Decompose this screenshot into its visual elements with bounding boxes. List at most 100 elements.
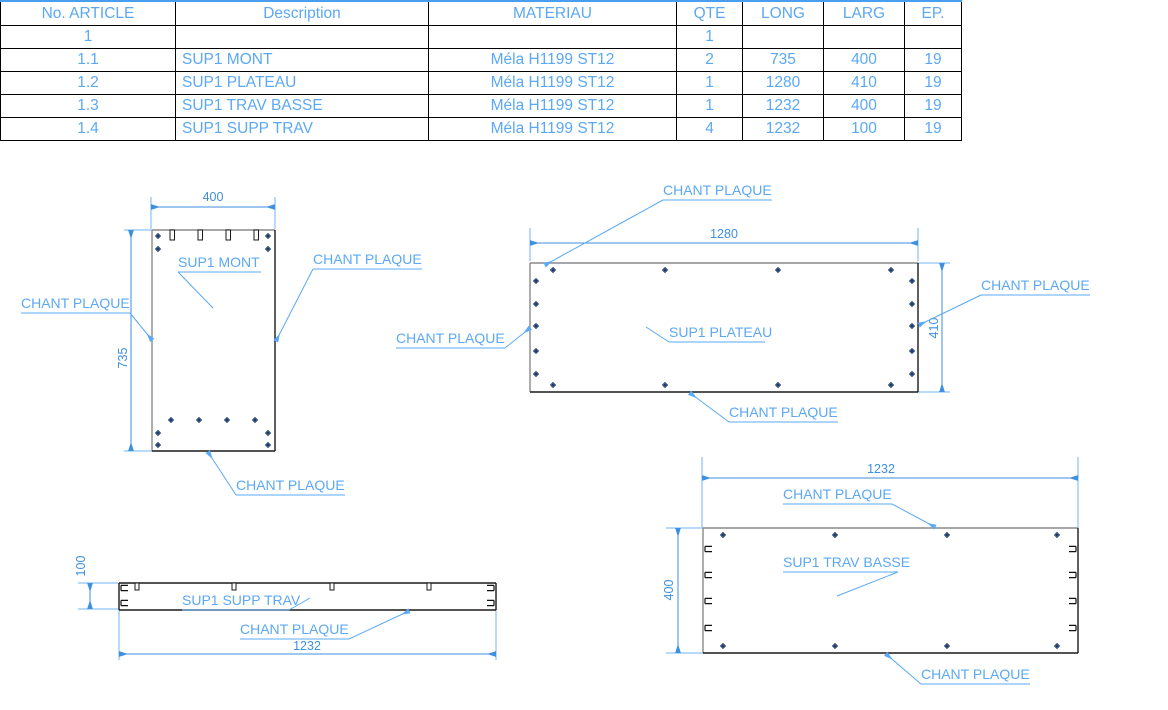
leader-travbasse-top: CHANT PLAQUE [783, 486, 937, 530]
cell-description: SUP1 TRAV BASSE [175, 94, 429, 118]
leader-label: CHANT PLAQUE [981, 277, 1090, 293]
dimension-mont-width: 400 [150, 190, 276, 229]
col-header-qte: QTE [676, 0, 743, 26]
table-header-row: No. ARTICLE Description MATERIAU QTE LON… [0, 0, 962, 26]
travbasse-side-slots [704, 545, 1077, 632]
col-header-ep: EP. [904, 0, 962, 26]
dimension-travbasse-height: 400 [662, 527, 704, 654]
leader-label: CHANT PLAQUE [921, 666, 1030, 682]
dimension-supptrav-length: 1232 [118, 610, 497, 660]
table-row: 1.3 SUP1 TRAV BASSE Méla H1199 ST12 1 12… [0, 94, 962, 118]
table-row: 1 1 [0, 25, 962, 49]
cell-qte: 4 [676, 117, 743, 141]
leader-label: CHANT PLAQUE [236, 477, 345, 493]
leader-label: CHANT PLAQUE [783, 486, 892, 502]
dim-value-travbasse-height: 400 [662, 580, 676, 601]
cell-ep: 19 [904, 117, 962, 141]
dimension-plateau-height: 410 [918, 262, 950, 393]
mont-connector-markers [154, 232, 272, 449]
cell-ep: 19 [904, 94, 962, 118]
dimension-travbasse-length: 1232 [701, 457, 1079, 528]
col-header-no-article: No. ARTICLE [0, 0, 176, 26]
cell-materiau [428, 25, 677, 49]
dimension-plateau-width: 1280 [529, 227, 919, 261]
leader-label: CHANT PLAQUE [729, 404, 838, 420]
cell-qte: 1 [676, 71, 743, 95]
cell-description: SUP1 SUPP TRAV [175, 117, 429, 141]
leader-label: CHANT PLAQUE [21, 295, 130, 311]
leader-label: CHANT PLAQUE [396, 330, 505, 346]
cell-larg [823, 25, 905, 49]
supptrav-top-slots [134, 582, 432, 591]
part-label-sup1-plateau: SUP1 PLATEAU [645, 324, 772, 343]
view-sup1-mont: 400 735 SUP1 MONT CHANT PLAQUE CHANT PLA… [21, 190, 422, 496]
leader-plateau-bottom: CHANT PLAQUE [687, 390, 838, 423]
dim-value-plateau-width: 1280 [710, 227, 738, 241]
leader-plateau-top: CHANT PLAQUE [543, 182, 772, 268]
cell-long: 735 [742, 48, 824, 72]
col-header-materiau: MATERIAU [428, 0, 677, 26]
col-header-larg: LARG [823, 0, 905, 26]
part-label-sup1-mont: SUP1 MONT [177, 254, 261, 309]
table-row: 1.1 SUP1 MONT Méla H1199 ST12 2 735 400 … [0, 48, 962, 72]
leader-mont-right: CHANT PLAQUE [273, 251, 422, 343]
cell-description: SUP1 PLATEAU [175, 71, 429, 95]
cell-larg: 400 [823, 94, 905, 118]
cell-long [742, 25, 824, 49]
cell-larg: 400 [823, 48, 905, 72]
cell-materiau: Méla H1199 ST12 [428, 94, 677, 118]
cell-no-article: 1.4 [0, 117, 176, 141]
dim-value-mont-height: 735 [116, 348, 130, 369]
dim-value-plateau-height: 410 [927, 318, 941, 339]
cell-qte: 1 [676, 25, 743, 49]
cell-no-article: 1.1 [0, 48, 176, 72]
cell-description: SUP1 MONT [175, 48, 429, 72]
dimension-supptrav-height: 100 [74, 556, 118, 610]
part-label-text: SUP1 SUPP TRAV [182, 592, 301, 608]
cell-no-article: 1 [0, 25, 176, 49]
dim-value-travbasse-length: 1232 [867, 462, 895, 476]
leader-travbasse-bottom: CHANT PLAQUE [883, 651, 1030, 685]
leader-label: CHANT PLAQUE [313, 251, 422, 267]
cell-description [175, 25, 429, 49]
part-label-sup1-trav-basse: SUP1 TRAV BASSE [783, 554, 910, 597]
dim-value-supptrav-length: 1232 [293, 639, 321, 653]
cell-ep: 19 [904, 71, 962, 95]
part-label-text: SUP1 MONT [178, 254, 260, 270]
view-sup1-plateau: 1280 410 SUP1 PLATEAU CHANT PLAQUE CHANT… [396, 182, 1090, 423]
table-row: 1.2 SUP1 PLATEAU Méla H1199 ST12 1 1280 … [0, 71, 962, 95]
cell-materiau: Méla H1199 ST12 [428, 71, 677, 95]
leader-label: CHANT PLAQUE [663, 182, 772, 198]
dim-value-mont-width: 400 [203, 190, 224, 204]
cell-no-article: 1.2 [0, 71, 176, 95]
part-label-text: SUP1 PLATEAU [669, 324, 772, 340]
cell-long: 1232 [742, 94, 824, 118]
dim-value-supptrav-height: 100 [74, 556, 88, 577]
part-label-sup1-supp-trav: SUP1 SUPP TRAV [182, 592, 311, 611]
view-sup1-supp-trav: 100 1232 SUP1 SUPP TRAV CHANT PLAQUE [74, 556, 497, 660]
cell-long: 1280 [742, 71, 824, 95]
leader-mont-bottom: CHANT PLAQUE [205, 450, 345, 496]
col-header-long: LONG [742, 0, 824, 26]
col-header-description: Description [175, 0, 429, 26]
mont-top-slots [169, 229, 259, 241]
cell-qte: 2 [676, 48, 743, 72]
cell-materiau: Méla H1199 ST12 [428, 117, 677, 141]
leader-label: CHANT PLAQUE [240, 621, 349, 637]
leader-plateau-right: CHANT PLAQUE [917, 277, 1090, 328]
cell-qte: 1 [676, 94, 743, 118]
cell-larg: 100 [823, 117, 905, 141]
leader-mont-left: CHANT PLAQUE [21, 295, 155, 343]
cell-long: 1232 [742, 117, 824, 141]
plateau-connector-markers [532, 266, 916, 389]
cell-no-article: 1.3 [0, 94, 176, 118]
cell-ep: 19 [904, 48, 962, 72]
supptrav-end-slots [120, 584, 495, 607]
cell-ep [904, 25, 962, 49]
leader-supptrav-bottom: CHANT PLAQUE [240, 608, 411, 640]
table-row: 1.4 SUP1 SUPP TRAV Méla H1199 ST12 4 123… [0, 117, 962, 141]
part-label-text: SUP1 TRAV BASSE [783, 554, 910, 570]
parts-table: No. ARTICLE Description MATERIAU QTE LON… [0, 0, 962, 141]
travbasse-connector-markers [719, 531, 1061, 650]
cell-larg: 410 [823, 71, 905, 95]
